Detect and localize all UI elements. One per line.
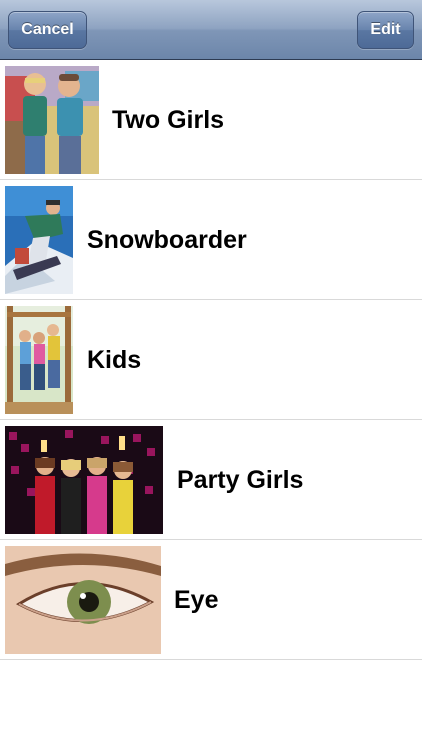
list-item[interactable]: Party Girls [0, 420, 422, 540]
cancel-button[interactable]: Cancel [8, 11, 87, 49]
list-item[interactable]: Snowboarder [0, 180, 422, 300]
party-girls-thumbnail [5, 426, 163, 534]
list-item[interactable]: Eye [0, 540, 422, 660]
snowboarder-thumbnail [5, 186, 73, 294]
kids-thumbnail [5, 306, 73, 414]
item-label: Kids [87, 346, 142, 374]
item-label: Eye [174, 586, 219, 614]
eye-thumbnail [5, 546, 161, 654]
item-label: Snowboarder [87, 226, 247, 254]
list-item[interactable]: Two Girls [0, 60, 422, 180]
edit-button[interactable]: Edit [357, 11, 414, 49]
navigation-bar: Cancel Edit [0, 0, 422, 60]
two-girls-thumbnail [5, 66, 99, 174]
item-label: Two Girls [112, 106, 225, 134]
list-item[interactable]: Kids [0, 300, 422, 420]
image-list: Two Girls Snowboarder Kids Party Girls E… [0, 60, 422, 660]
item-label: Party Girls [177, 466, 304, 494]
